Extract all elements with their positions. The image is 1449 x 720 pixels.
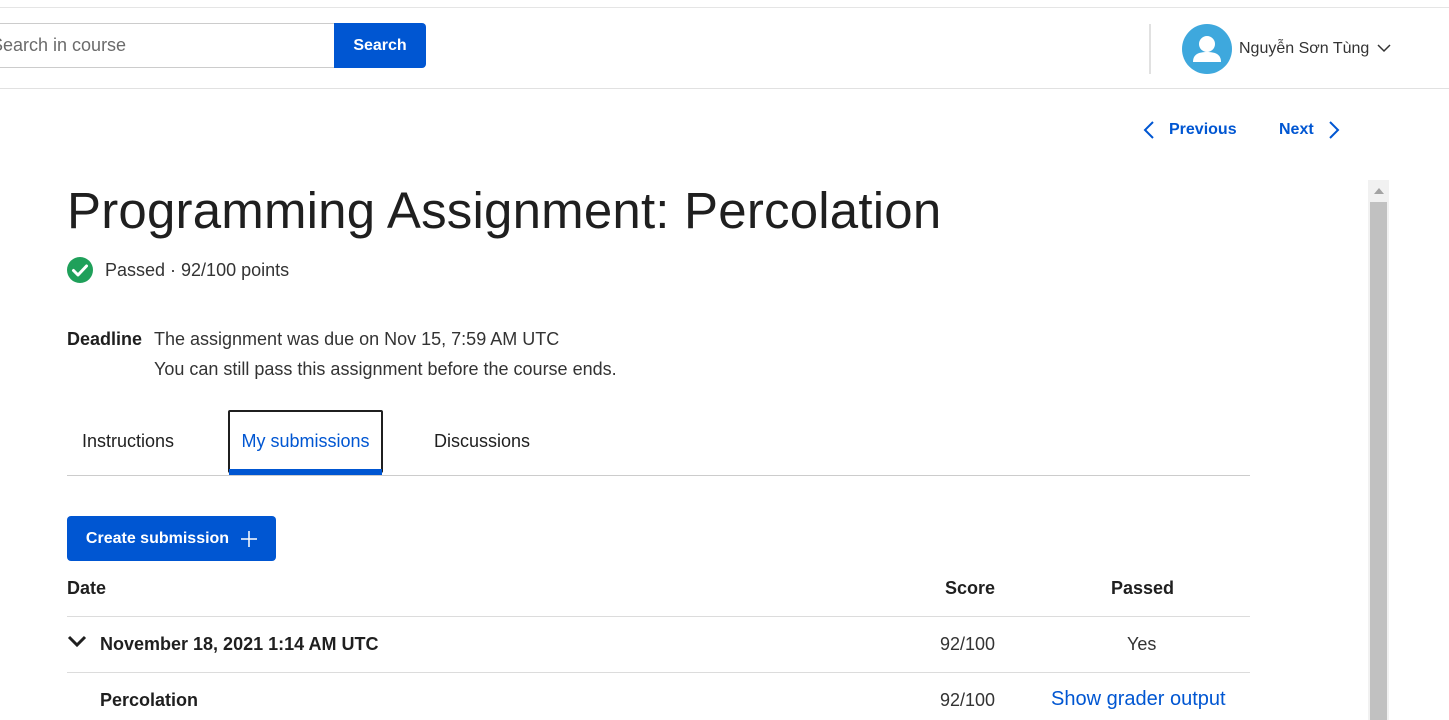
column-header-date: Date <box>67 578 107 598</box>
next-label: Next <box>1279 121 1314 138</box>
scroll-up-arrow-icon[interactable] <box>1368 180 1389 202</box>
table-row: Percolation 92/100 Show grader output <box>67 673 1250 720</box>
search-input[interactable] <box>0 23 335 68</box>
deadline-label: Deadline <box>67 329 143 349</box>
user-menu[interactable]: Nguyễn Sơn Tùng <box>1182 23 1391 75</box>
page-title: Programming Assignment: Percolation <box>67 182 942 239</box>
chevron-down-icon <box>1377 40 1391 58</box>
tab-my-submissions[interactable]: My submissions <box>228 410 383 473</box>
part-score: 92/100 <box>939 690 995 710</box>
deadline-due-text: The assignment was due on Nov 15, 7:59 A… <box>154 329 560 349</box>
column-header-passed: Passed <box>1111 578 1175 598</box>
search-button[interactable]: Search <box>334 23 426 68</box>
previous-link[interactable]: Previous <box>1143 120 1237 140</box>
active-tab-indicator <box>229 469 382 475</box>
table-row[interactable]: November 18, 2021 1:14 AM UTC 92/100 Yes <box>67 617 1250 673</box>
submission-date: November 18, 2021 1:14 AM UTC <box>100 634 379 654</box>
course-header: Search Nguyễn Sơn Tùng <box>0 8 1449 89</box>
top-border <box>0 0 1449 8</box>
status-text: Passed · 92/100 points <box>105 259 290 280</box>
plus-icon <box>241 530 258 547</box>
check-circle-icon <box>67 257 93 283</box>
create-submission-label: Create submission <box>85 529 230 547</box>
previous-label: Previous <box>1169 121 1237 138</box>
avatar <box>1182 24 1232 74</box>
deadline-note-text: You can still pass this assignment befor… <box>154 359 617 379</box>
create-submission-button[interactable]: Create submission <box>67 516 276 561</box>
chevron-down-icon[interactable] <box>67 634 87 648</box>
user-name: Nguyễn Sơn Tùng <box>1239 40 1370 57</box>
tab-instructions[interactable]: Instructions <box>67 408 189 475</box>
user-icon <box>1193 36 1221 62</box>
show-grader-output-link[interactable]: Show grader output <box>1051 688 1226 711</box>
chevron-right-icon <box>1328 121 1340 139</box>
part-name: Percolation <box>100 690 199 710</box>
pass-status: Passed · 92/100 points <box>67 257 289 283</box>
submission-score: 92/100 <box>939 634 995 654</box>
tab-discussions[interactable]: Discussions <box>422 408 542 475</box>
scroll-thumb[interactable] <box>1370 202 1387 720</box>
scrollbar[interactable] <box>1368 180 1389 720</box>
chevron-left-icon <box>1143 121 1154 139</box>
next-link[interactable]: Next <box>1279 120 1340 140</box>
assignment-tabs: Instructions My submissions Discussions <box>67 408 1250 476</box>
submission-passed: Yes <box>1127 634 1157 654</box>
header-divider <box>1149 24 1151 74</box>
column-header-score: Score <box>944 578 995 598</box>
